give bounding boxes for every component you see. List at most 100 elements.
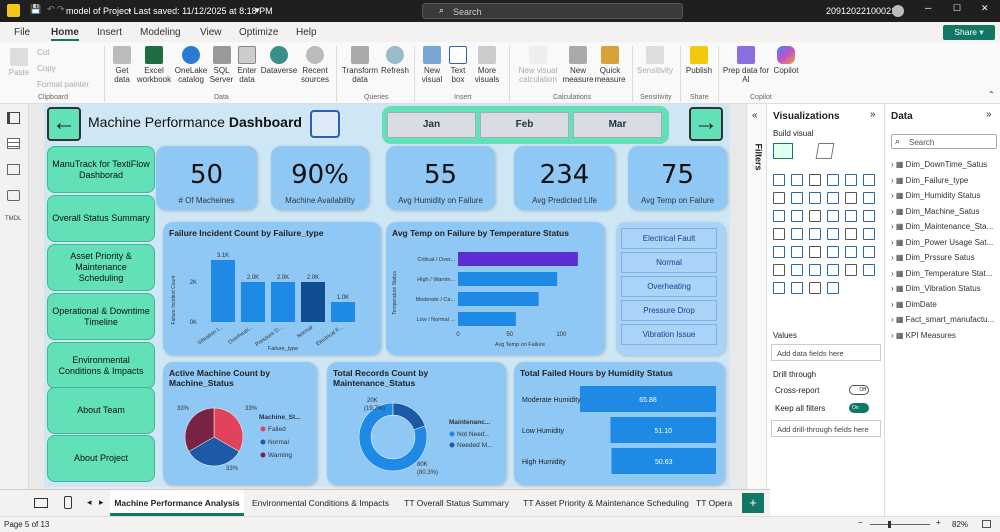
100-bar-icon[interactable] [845,174,857,186]
undo-icon[interactable]: ↶ [47,4,55,15]
zoom-slider[interactable] [870,524,930,525]
waterfall-icon[interactable] [773,210,785,222]
values-well[interactable]: Add data fields here [771,344,881,361]
100-column-icon[interactable] [863,174,875,186]
pie-icon[interactable] [827,210,839,222]
table-icon[interactable] [827,246,839,258]
model-view-icon[interactable] [7,164,20,175]
zoom-out-icon[interactable]: − [858,518,863,527]
nav-environmental[interactable]: Environmental Conditions & Impacts [47,342,155,389]
humidity-chart-card[interactable]: Total Failed Hours by Humidity Status 65… [514,362,725,485]
nav-asset-priority[interactable]: Asset Priority & Maintenance Scheduling [47,244,155,291]
fit-page-icon[interactable] [982,520,991,528]
collapse-icon[interactable]: » [870,109,876,120]
drill-through-well[interactable]: Add drill-through fields here [771,420,881,437]
new-visual-button[interactable]: New visual [418,46,446,84]
paste-button[interactable]: Paste [6,48,32,77]
data-table-item[interactable]: › ▦ DimDate [891,300,937,309]
prev-page-icon[interactable]: ◂ [87,497,92,508]
pie-chart-card[interactable]: Active Machine Count by Machine_Status 3… [163,362,317,485]
temp-chart-card[interactable]: Avg Temp on Failure by Temperature Statu… [386,222,605,355]
paginated-icon[interactable] [863,264,875,276]
month-mar[interactable]: Mar [573,112,662,138]
dataverse-button[interactable]: Dataverse [260,46,298,75]
slicer-icon[interactable] [809,246,821,258]
nav-operational-downtime[interactable]: Operational & Downtime Timeline [47,293,155,340]
kpi-card[interactable]: 75 Avg Temp on Failure [628,146,727,210]
card-icon[interactable] [863,228,875,240]
line-column-icon[interactable] [827,192,839,204]
kpi-card[interactable]: 50 # Of Macheines [156,146,257,210]
tab-asset-priority[interactable]: TT Asset Priority & Maintenance Scheduli… [520,490,692,516]
slicer-item[interactable]: Electrical Fault [621,228,717,249]
transform-data-button[interactable]: Transform data [341,46,379,84]
publish-button[interactable]: Publish [684,46,714,75]
metrics-icon[interactable] [809,282,821,294]
r-visual-icon[interactable] [863,246,875,258]
nav-about-project[interactable]: About Project [47,435,155,482]
mobile-view-icon[interactable] [64,496,72,509]
add-page-button[interactable]: + [742,493,764,513]
gauge-icon[interactable] [845,228,857,240]
search-box[interactable]: ⌕ Search [422,3,683,19]
recent-sources-button[interactable]: Recent sources [299,46,331,84]
data-table-item[interactable]: › ▦ Dim_Vibration Status [891,284,981,293]
data-table-item[interactable]: › ▦ Dim_Humidity Status [891,191,980,200]
line-icon[interactable] [773,192,785,204]
collapse-icon[interactable]: » [986,109,992,120]
tmdl-view-icon[interactable]: TMDL [5,216,21,222]
enter-data-button[interactable]: Enter data [235,46,259,84]
filled-map-icon[interactable] [791,228,803,240]
menu-insert[interactable]: Insert [97,27,122,38]
forward-arrow-button[interactable]: → [689,107,723,141]
table-view-icon[interactable] [7,138,20,149]
data-table-item[interactable]: › ▦ Dim_Machine_Satus [891,207,979,216]
nav-about-team[interactable]: About Team [47,387,155,434]
new-measure-button[interactable]: New measure [562,46,594,84]
power-apps-icon[interactable] [773,282,785,294]
decomp-tree-icon[interactable] [809,264,821,276]
user-name[interactable]: 20912022100021 [826,6,896,16]
failure-chart-card[interactable]: Failure Incident Count by Failure_type F… [163,222,381,355]
quick-measure-button[interactable]: Quick measure [594,46,626,84]
cross-report-toggle[interactable]: Off [849,385,869,395]
keep-filters-toggle[interactable]: On [849,403,869,413]
multi-row-card-icon[interactable] [773,246,785,258]
data-table-item[interactable]: › ▦ Fact_smart_manufactu... [891,315,994,324]
slicer-item[interactable]: Pressure Drop [621,300,717,321]
data-table-item[interactable]: › ▦ Dim_Maintenance_Sta... [891,222,993,231]
narrative-icon[interactable] [845,264,857,276]
zoom-in-icon[interactable]: + [936,518,941,527]
month-feb[interactable]: Feb [480,112,569,138]
maximize-icon[interactable]: ☐ [953,3,961,14]
tab-environmental[interactable]: Environmental Conditions & Impacts [248,490,393,516]
prep-data-ai-button[interactable]: Prep data for AI [721,46,771,84]
kpi-icon[interactable] [791,246,803,258]
tab-operational[interactable]: TT Opera [696,490,740,516]
excel-button[interactable]: Excel workbook [136,46,172,84]
copilot-button[interactable]: Copilot [770,46,802,75]
kpi-card[interactable]: 55 Avg Humidity on Failure [386,146,495,210]
key-influencers-icon[interactable] [791,264,803,276]
clustered-bar-icon[interactable] [791,174,803,186]
funnel-icon[interactable] [791,210,803,222]
kpi-card[interactable]: 234 Avg Predicted Life [514,146,615,210]
menu-modeling[interactable]: Modeling [140,27,181,38]
slicer-item[interactable]: Normal [621,252,717,273]
menu-home[interactable]: Home [51,27,79,38]
tab-machine-performance[interactable]: Machine Performance Analysis [110,490,244,516]
collapse-ribbon-icon[interactable]: ⌃ [988,90,995,99]
menu-file[interactable]: File [14,27,30,38]
copy-button[interactable]: Copy [37,64,56,73]
slicer-item[interactable]: Overheating [621,276,717,297]
data-table-item[interactable]: › ▦ Dim_Power Usage Sat... [891,238,993,247]
tab-overall-status[interactable]: TT Overall Status Summary [397,490,516,516]
more-icon[interactable] [827,282,839,294]
sensitivity-button[interactable]: Sensitivity [636,46,674,75]
onelake-button[interactable]: OneLake catalog [173,46,209,84]
dax-query-icon[interactable] [7,190,20,201]
back-arrow-button[interactable]: ← [47,107,81,141]
data-table-item[interactable]: › ▦ KPI Measures [891,331,956,340]
power-automate-icon[interactable] [791,282,803,294]
desktop-view-icon[interactable] [34,498,48,508]
